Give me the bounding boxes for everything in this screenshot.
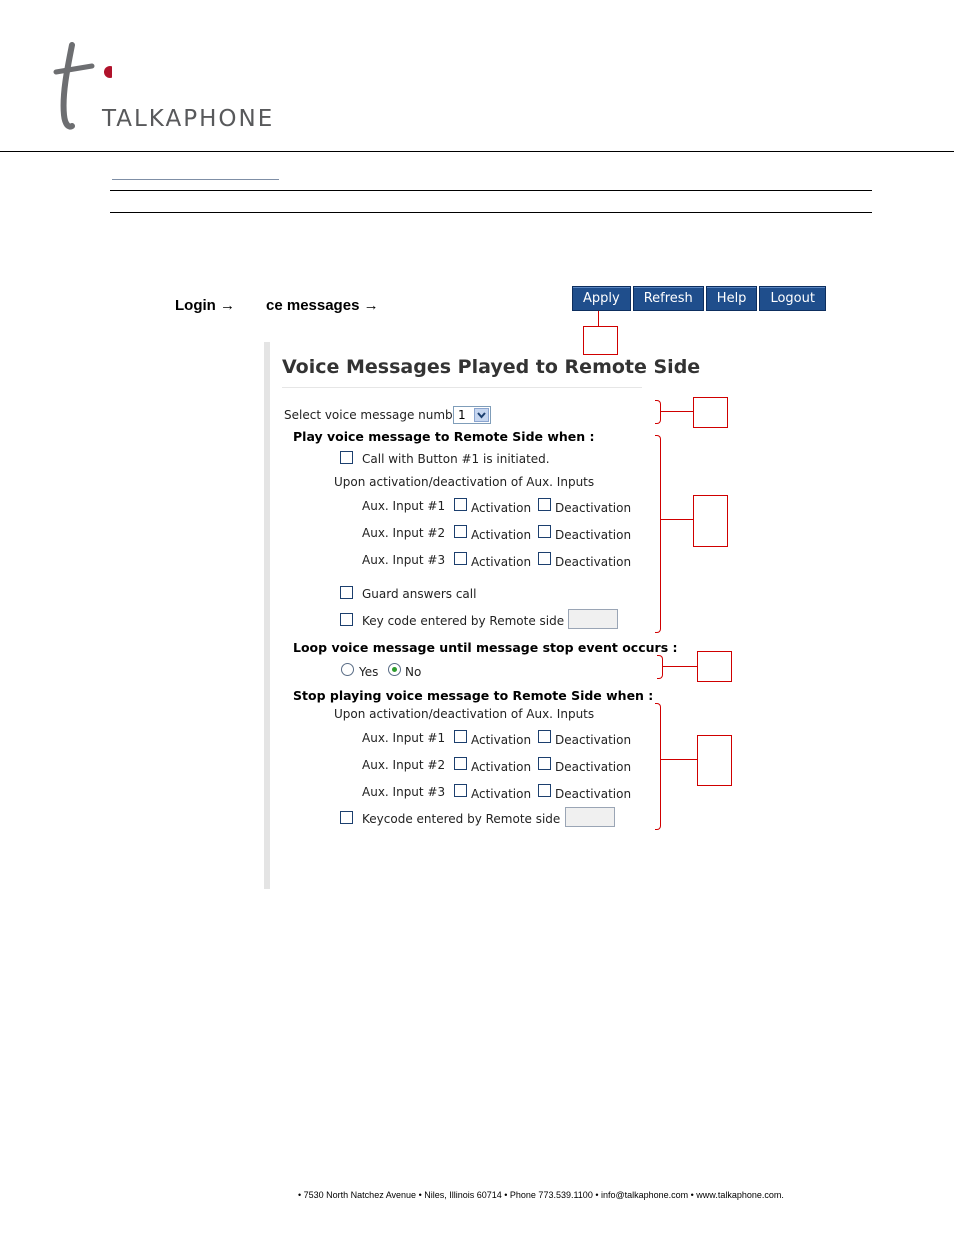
guard-answers-label: Guard answers call: [362, 587, 477, 601]
aux-3-activation-label: Activation: [471, 555, 532, 569]
header-divider: [0, 151, 954, 152]
apply-callout-line: [598, 311, 599, 327]
aux-input-1-label: Aux. Input #1: [362, 499, 446, 513]
stop-aux-3-deactivation-checkbox[interactable]: [538, 784, 551, 797]
toolbar: Apply Refresh Help Logout: [572, 286, 826, 311]
keycode-checkbox[interactable]: [340, 613, 353, 626]
select-callout-line: [661, 411, 694, 412]
aux-3-activation-checkbox[interactable]: [454, 552, 467, 565]
section-rule-bottom: [110, 212, 872, 213]
keycode-input[interactable]: [568, 609, 618, 629]
stop-aux-intro-label: Upon activation/deactivation of Aux. Inp…: [334, 707, 595, 721]
aux-1-activation-checkbox[interactable]: [454, 498, 467, 511]
voice-message-select[interactable]: 1: [453, 406, 491, 424]
aux-1-deactivation-label: Deactivation: [555, 501, 632, 515]
select-callout-box: [693, 397, 728, 428]
help-button[interactable]: Help: [705, 286, 758, 311]
talkaphone-logo-text: TALKAPHONE: [102, 106, 275, 132]
logout-button[interactable]: Logout: [759, 286, 826, 311]
stop-aux-1-deactivation-label: Deactivation: [555, 733, 632, 747]
stop-keycode-checkbox[interactable]: [340, 811, 353, 824]
play-callout-bracket: [655, 435, 661, 633]
call-button-label: Call with Button #1 is initiated.: [362, 452, 550, 466]
aux-intro-label: Upon activation/deactivation of Aux. Inp…: [334, 475, 595, 489]
title-underline: [282, 387, 642, 388]
short-rule: [112, 179, 279, 180]
loop-callout-line: [663, 666, 698, 667]
aux-1-activation-label: Activation: [471, 501, 532, 515]
stop-aux-input-1-label: Aux. Input #1: [362, 731, 446, 745]
footer-contact: • 7530 North Natchez Avenue • Niles, Ill…: [298, 1190, 784, 1200]
loop-callout-box: [697, 651, 732, 682]
stop-keycode-label: Keycode entered by Remote side is: [362, 812, 574, 826]
loop-yes-radio[interactable]: [341, 663, 354, 676]
aux-2-deactivation-label: Deactivation: [555, 528, 632, 542]
breadcrumb-voice-messages: ce messages →: [266, 297, 379, 314]
aux-3-deactivation-label: Deactivation: [555, 555, 632, 569]
breadcrumb-login: Login →: [175, 297, 235, 314]
stop-aux-2-deactivation-label: Deactivation: [555, 760, 632, 774]
play-callout-box: [693, 495, 728, 547]
panel-title: Voice Messages Played to Remote Side: [282, 356, 701, 378]
stop-heading: Stop playing voice message to Remote Sid…: [293, 688, 654, 703]
aux-3-deactivation-checkbox[interactable]: [538, 552, 551, 565]
loop-heading: Loop voice message until message stop ev…: [293, 640, 678, 655]
select-voice-message-label: Select voice message number: [284, 408, 465, 422]
call-button-checkbox[interactable]: [340, 451, 353, 464]
aux-1-deactivation-checkbox[interactable]: [538, 498, 551, 511]
stop-aux-1-deactivation-checkbox[interactable]: [538, 730, 551, 743]
stop-keycode-input[interactable]: [565, 807, 615, 827]
stop-aux-1-activation-checkbox[interactable]: [454, 730, 467, 743]
stop-callout-line: [661, 759, 697, 760]
aux-2-deactivation-checkbox[interactable]: [538, 525, 551, 538]
stop-aux-3-activation-label: Activation: [471, 787, 532, 801]
play-heading: Play voice message to Remote Side when :: [293, 429, 595, 444]
stop-callout-bracket: [655, 703, 661, 830]
stop-aux-2-deactivation-checkbox[interactable]: [538, 757, 551, 770]
select-callout-bracket: [655, 400, 661, 424]
stop-aux-input-2-label: Aux. Input #2: [362, 758, 446, 772]
apply-button[interactable]: Apply: [572, 286, 631, 311]
aux-2-activation-checkbox[interactable]: [454, 525, 467, 538]
stop-aux-2-activation-label: Activation: [471, 760, 532, 774]
stop-aux-2-activation-checkbox[interactable]: [454, 757, 467, 770]
panel-left-bar: [264, 342, 270, 889]
aux-2-activation-label: Activation: [471, 528, 532, 542]
guard-answers-checkbox[interactable]: [340, 586, 353, 599]
voice-message-select-value: 1: [458, 408, 466, 422]
aux-input-3-label: Aux. Input #3: [362, 553, 446, 567]
stop-aux-3-activation-checkbox[interactable]: [454, 784, 467, 797]
stop-aux-1-activation-label: Activation: [471, 733, 532, 747]
play-callout-line: [661, 519, 694, 520]
loop-no-label: No: [405, 665, 422, 679]
loop-callout-bracket: [657, 655, 663, 679]
refresh-button[interactable]: Refresh: [632, 286, 704, 311]
stop-callout-box: [697, 735, 732, 786]
loop-no-radio[interactable]: [388, 663, 401, 676]
aux-input-2-label: Aux. Input #2: [362, 526, 446, 540]
keycode-label: Key code entered by Remote side is: [362, 614, 578, 628]
stop-aux-3-deactivation-label: Deactivation: [555, 787, 632, 801]
apply-callout-box: [583, 326, 618, 355]
stop-aux-input-3-label: Aux. Input #3: [362, 785, 446, 799]
section-rule-top: [110, 190, 872, 191]
loop-yes-label: Yes: [359, 665, 379, 679]
chevron-down-icon: [474, 408, 489, 422]
